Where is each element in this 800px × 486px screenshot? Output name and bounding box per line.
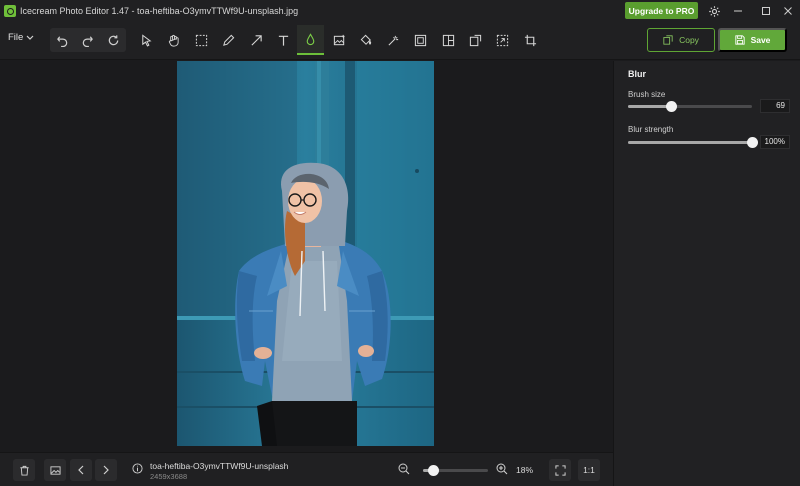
blur-strength-slider-fill: [628, 141, 752, 144]
app-logo-icon: [4, 5, 16, 17]
panel-title: Blur: [628, 69, 646, 79]
copy-button[interactable]: Copy: [647, 28, 715, 52]
frame-tool-icon[interactable]: [408, 28, 432, 52]
arrow-tool-icon[interactable]: [244, 28, 268, 52]
trash-icon: [19, 465, 29, 476]
brush-size-slider-handle[interactable]: [666, 101, 678, 112]
file-menu-label: File: [8, 32, 24, 43]
delete-button[interactable]: [13, 459, 35, 481]
transform-tool-icon[interactable]: [490, 28, 514, 52]
reset-icon[interactable]: [107, 34, 120, 47]
blur-strength-slider[interactable]: [628, 137, 758, 148]
window-title: Icecream Photo Editor 1.47 - toa-heftiba…: [20, 6, 299, 16]
redo-icon[interactable]: [81, 34, 94, 47]
history-group: [50, 28, 126, 52]
export-tool-icon[interactable]: [463, 28, 487, 52]
maximize-icon[interactable]: [756, 2, 776, 20]
brush-size-label: Brush size: [628, 90, 666, 99]
collage-tool-icon[interactable]: [436, 28, 460, 52]
blur-strength-slider-handle[interactable]: [747, 137, 758, 148]
gallery-button[interactable]: [44, 459, 66, 481]
next-image-button[interactable]: [95, 459, 117, 481]
fill-tool-icon[interactable]: [354, 28, 378, 52]
chevron-down-icon: [26, 35, 34, 40]
actual-size-button[interactable]: 1:1: [578, 459, 600, 481]
blur-strength-value-input[interactable]: 100%: [760, 135, 790, 149]
close-icon[interactable]: [778, 2, 798, 20]
hand-tool-icon[interactable]: [161, 28, 185, 52]
fit-screen-icon: [554, 464, 566, 476]
save-button[interactable]: Save: [718, 28, 787, 52]
pencil-tool-icon[interactable]: [216, 28, 240, 52]
copy-icon: [663, 35, 673, 45]
image-icon: [49, 465, 61, 475]
zoom-out-icon[interactable]: [398, 463, 410, 475]
select-tool-icon[interactable]: [134, 28, 158, 52]
crop-tool-icon[interactable]: [518, 28, 542, 52]
settings-gear-icon[interactable]: [704, 2, 724, 20]
text-tool-icon[interactable]: [271, 28, 295, 52]
info-icon[interactable]: [132, 463, 143, 474]
previous-image-button[interactable]: [70, 459, 92, 481]
brush-size-value-input[interactable]: 69: [760, 99, 790, 113]
brush-size-slider[interactable]: [628, 101, 752, 112]
chevron-right-icon: [103, 465, 109, 475]
title-bar: Icecream Photo Editor 1.47 - toa-heftiba…: [0, 0, 800, 22]
app-window: Icecream Photo Editor 1.47 - toa-heftiba…: [0, 0, 800, 486]
file-name: toa-heftiba-O3ymvTTWf9U-unsplash: [150, 461, 289, 471]
zoom-in-icon[interactable]: [496, 463, 508, 475]
copy-label: Copy: [679, 35, 699, 45]
blur-settings-panel: Blur Brush size 69 Blur strength 100%: [613, 61, 800, 486]
fit-screen-button[interactable]: [549, 459, 571, 481]
brush-size-slider-fill: [628, 105, 672, 108]
minimize-icon[interactable]: [728, 2, 748, 20]
file-menu[interactable]: File: [8, 32, 34, 43]
magic-wand-tool-icon[interactable]: [381, 28, 405, 52]
toolbar: File Copy Save: [0, 22, 800, 60]
image-edit-tool-icon[interactable]: [327, 28, 351, 52]
marquee-tool-icon[interactable]: [189, 28, 213, 52]
blur-tool-icon[interactable]: [297, 25, 324, 55]
chevron-left-icon: [78, 465, 84, 475]
file-dimensions: 2459x3688: [150, 472, 188, 481]
blur-strength-label: Blur strength: [628, 125, 674, 134]
zoom-value: 18%: [516, 465, 534, 475]
photo-canvas-image[interactable]: [177, 61, 434, 446]
save-label: Save: [750, 35, 771, 45]
undo-icon[interactable]: [56, 34, 69, 47]
upgrade-button[interactable]: Upgrade to PRO: [625, 2, 698, 19]
status-bar: toa-heftiba-O3ymvTTWf9U-unsplash 2459x36…: [0, 452, 613, 486]
save-icon: [734, 35, 745, 45]
zoom-slider-handle[interactable]: [427, 465, 439, 476]
zoom-slider[interactable]: [423, 465, 488, 476]
